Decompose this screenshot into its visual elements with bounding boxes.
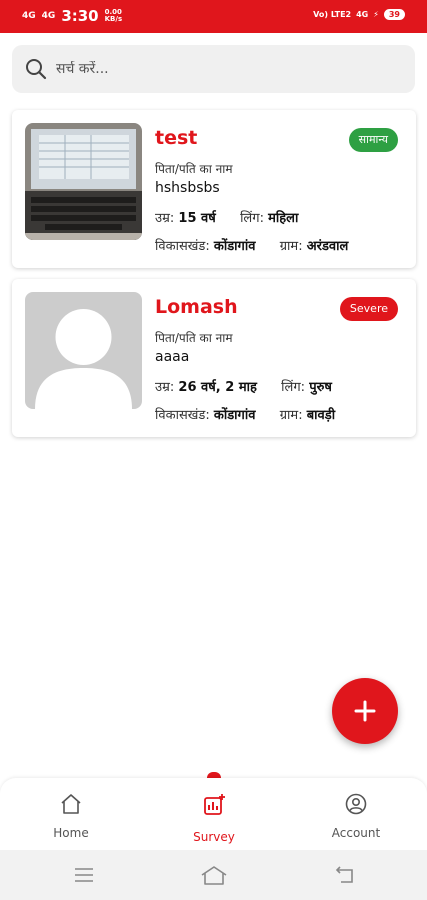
age-label: उम्र:: [155, 211, 175, 226]
record-card[interactable]: Lomash Severe पिता/पति का नाम aaaa उम्र:…: [12, 279, 416, 437]
status-bar-left: 4G 4G 3:30 0.00 KB/s: [22, 7, 122, 25]
village-value: अरंडवाल: [306, 239, 349, 254]
home-icon: [61, 794, 81, 814]
village-label: ग्राम:: [279, 408, 303, 423]
nav-home-label: Home: [53, 826, 89, 840]
gender-label: लिंग:: [240, 211, 264, 226]
plus-icon: [354, 700, 376, 722]
back-icon[interactable]: [333, 864, 355, 886]
block-value: कोंडागांव: [213, 408, 256, 423]
network-indicator-right: 4G: [356, 10, 369, 19]
age-value: 15 वर्ष: [178, 211, 216, 226]
home-button-icon[interactable]: [200, 864, 228, 886]
search-icon: [26, 59, 47, 80]
age-value: 26 वर्ष, 2 माह: [178, 380, 257, 395]
battery-indicator: 39: [383, 9, 405, 20]
nav-survey[interactable]: Survey: [164, 778, 264, 850]
parent-label: पिता/पति का नाम: [155, 162, 233, 176]
system-nav-bar: [0, 850, 427, 900]
block-label: विकासखंड:: [155, 408, 210, 423]
village-value: बावड़ी: [306, 408, 336, 423]
search-input[interactable]: [56, 61, 396, 77]
avatar-placeholder: [25, 292, 142, 409]
record-name: test: [155, 127, 198, 149]
parent-value: aaaa: [155, 349, 190, 365]
add-button[interactable]: [332, 678, 398, 744]
age-label: उम्र:: [155, 380, 175, 395]
person-icon: [25, 292, 142, 409]
age-gender-row: उम्र: 26 वर्ष, 2 माह लिंग: पुरुष: [155, 377, 332, 395]
age-gender-row: उम्र: 15 वर्ष लिंग: महिला: [155, 208, 298, 226]
gender-value: महिला: [268, 211, 299, 226]
nav-survey-label: Survey: [193, 830, 235, 844]
nav-account[interactable]: Account: [306, 778, 406, 850]
nav-home[interactable]: Home: [21, 778, 121, 850]
gender-value: पुरुष: [309, 380, 332, 395]
status-bar-right: Vo) LTE2 4G ⚡ 39: [313, 9, 405, 20]
charging-icon: ⚡: [373, 10, 379, 19]
record-name: Lomash: [155, 296, 238, 318]
menu-icon[interactable]: [73, 864, 95, 886]
location-row: विकासखंड: कोंडागांव ग्राम: अरंडवाल: [155, 236, 348, 254]
status-bar: 4G 4G 3:30 0.00 KB/s Vo) LTE2 4G ⚡ 39: [0, 0, 427, 33]
record-photo: [25, 123, 142, 240]
account-icon: [345, 793, 367, 815]
parent-value: hshsbsbs: [155, 180, 220, 196]
parent-label: पिता/पति का नाम: [155, 331, 233, 345]
status-badge: सामान्य: [348, 128, 398, 152]
network-indicator-1: 4G: [22, 11, 36, 21]
nav-account-label: Account: [331, 826, 381, 840]
network-indicator-2: 4G: [41, 11, 56, 21]
survey-chart-icon: [204, 794, 225, 815]
block-label: विकासखंड:: [155, 239, 210, 254]
record-card[interactable]: test सामान्य पिता/पति का नाम hshsbsbs उम…: [12, 110, 416, 268]
status-badge: Severe: [339, 297, 398, 321]
gender-label: लिंग:: [281, 380, 306, 395]
bottom-nav: Home Survey Account: [0, 778, 427, 850]
block-value: कोंडागांव: [213, 239, 256, 254]
clock: 3:30: [61, 7, 99, 25]
network-speed-unit: KB/s: [104, 15, 123, 23]
location-row: विकासखंड: कोंडागांव ग्राम: बावड़ी: [155, 405, 335, 423]
network-speed: 0.00 KB/s: [105, 9, 122, 23]
volte-indicator: Vo) LTE2: [313, 10, 352, 19]
village-label: ग्राम:: [279, 239, 303, 254]
search-bar[interactable]: [12, 45, 415, 93]
